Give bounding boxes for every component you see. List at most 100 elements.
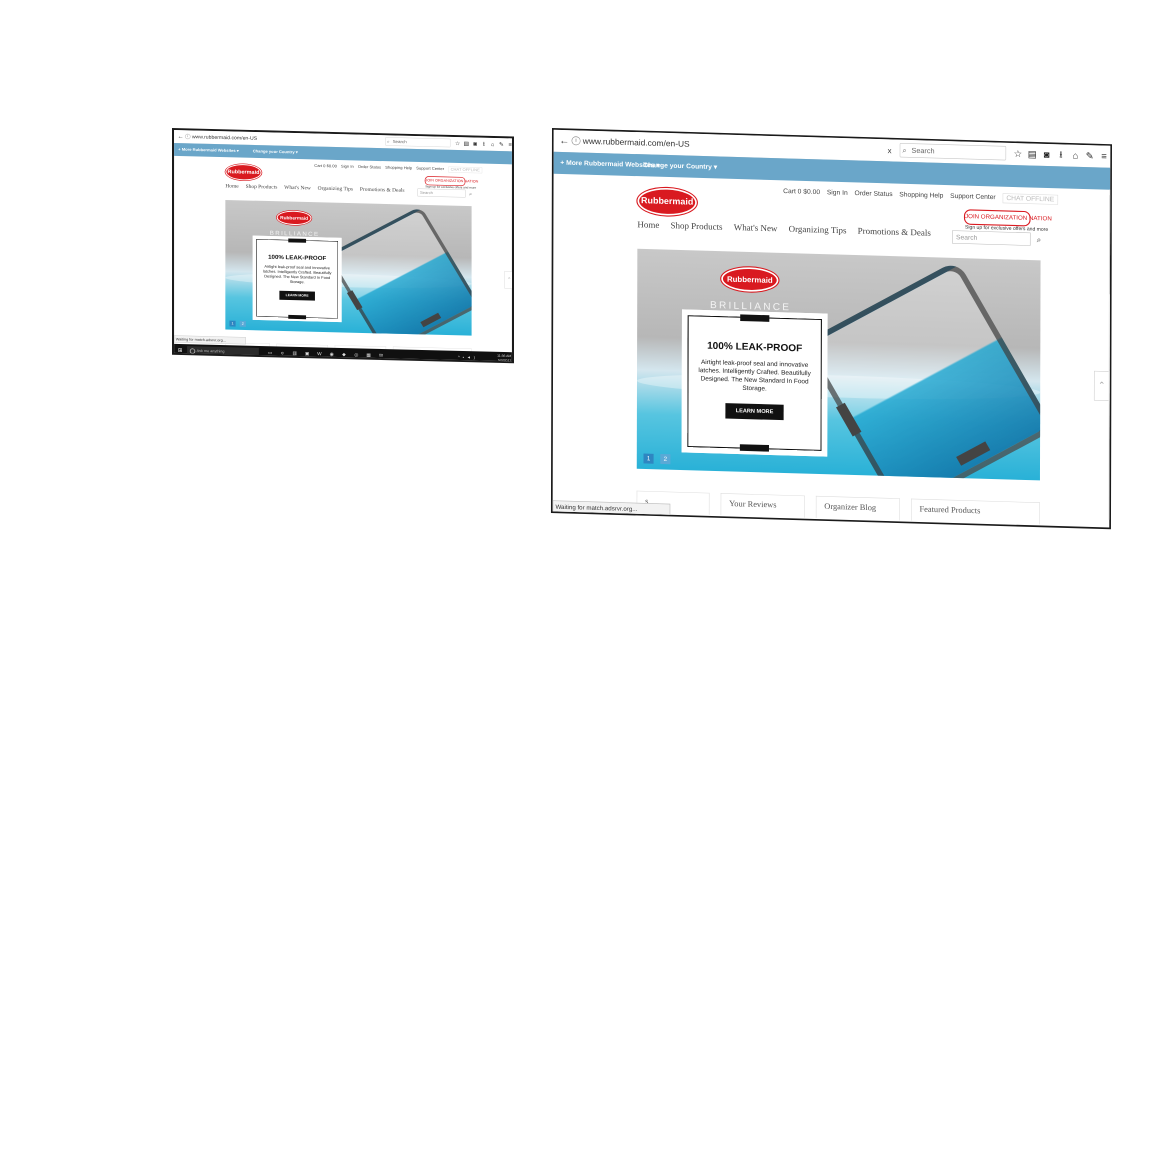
hero-banner[interactable]: Rubbermaid BRILLIANCE 100% LEAK-PROOF Ai… xyxy=(636,248,1041,481)
sign-in-link[interactable]: Sign In xyxy=(341,164,354,170)
promo-card: 100% LEAK-PROOF Airtight leak-proof seal… xyxy=(252,235,342,323)
clipboard-icon[interactable]: ▤ xyxy=(463,140,471,147)
nav-promotions-deals[interactable]: Promotions & Deals xyxy=(858,226,931,241)
hero-rubbermaid-logo: Rubbermaid xyxy=(276,210,312,226)
nav-home[interactable]: Home xyxy=(225,183,238,191)
chat-offline-badge: CHAT OFFLINE xyxy=(448,166,483,174)
site-search-input[interactable]: Search xyxy=(417,188,466,198)
browser-search-input[interactable]: ⌕ Search xyxy=(385,137,451,148)
slide-1-button[interactable]: 1 xyxy=(229,320,236,327)
nav-whats-new[interactable]: What's New xyxy=(734,223,778,237)
task-view-icon[interactable]: ▭ xyxy=(266,349,274,356)
hero-banner[interactable]: Rubbermaid BRILLIANCE 100% LEAK-PROOF Ai… xyxy=(225,199,472,336)
sign-in-link[interactable]: Sign In xyxy=(827,188,848,199)
main-nav: Home Shop Products What's New Organizing… xyxy=(225,183,417,196)
edge-icon[interactable]: e xyxy=(279,349,287,356)
change-country-link[interactable]: Change your Country ▾ xyxy=(253,149,298,155)
shopping-help-link[interactable]: Shopping Help xyxy=(899,190,943,201)
mail-icon[interactable]: ✉ xyxy=(377,351,385,358)
clock[interactable]: 11:36 AM 5/3/2017 xyxy=(497,354,511,363)
pocket-icon[interactable]: ◙ xyxy=(1040,149,1052,160)
latch xyxy=(420,312,442,328)
slide-2-button[interactable]: 2 xyxy=(239,320,246,327)
firefox-icon[interactable]: ◉ xyxy=(328,350,336,357)
app-icon[interactable]: ◆ xyxy=(340,351,348,358)
site-search-input[interactable]: Search xyxy=(952,230,1031,246)
more-websites-link[interactable]: + More Rubbermaid Websites ▾ xyxy=(178,147,239,153)
browser-search-input[interactable]: ⌕ Search xyxy=(899,143,1007,161)
pocket-icon[interactable]: ◙ xyxy=(471,141,479,148)
photos-icon[interactable]: ▦ xyxy=(365,351,373,358)
learn-more-button[interactable]: LEARN MORE xyxy=(279,290,315,301)
chrome-icon[interactable]: ◎ xyxy=(353,351,361,358)
nav-home[interactable]: Home xyxy=(637,220,659,234)
star-icon[interactable]: ☆ xyxy=(454,140,462,147)
hero-rubbermaid-logo: Rubbermaid xyxy=(721,266,779,293)
scrollbar-thumb[interactable] xyxy=(1109,195,1112,295)
download-icon[interactable]: ⭳ xyxy=(1055,147,1067,163)
menu-icon[interactable]: ≡ xyxy=(506,141,514,148)
back-arrow-icon[interactable]: ← xyxy=(558,134,570,146)
tab-your-reviews[interactable]: Your Reviews xyxy=(720,493,805,518)
browser-window-small: ← i www.rubbermaid.com/en-US ⌕ Search ☆ ▤… xyxy=(172,128,514,364)
change-country-link[interactable]: Change your Country ▾ xyxy=(643,161,717,171)
taskbar-search-input[interactable]: Ask me anything xyxy=(187,346,259,357)
file-explorer-icon[interactable]: ▥ xyxy=(291,349,299,356)
order-status-link[interactable]: Order Status xyxy=(358,164,381,170)
windows-start-icon[interactable]: ⊞ xyxy=(177,347,184,354)
download-icon[interactable]: ⭳ xyxy=(480,139,488,149)
promo-body: Airtight leak-proof seal and innovative … xyxy=(262,264,332,285)
main-nav: Home Shop Products What's New Organizing… xyxy=(637,220,951,242)
promo-tab xyxy=(740,314,770,322)
clipboard-icon[interactable]: ▤ xyxy=(1026,149,1038,160)
store-icon[interactable]: ▣ xyxy=(303,350,311,357)
cart-link[interactable]: Cart 0 $0.00 xyxy=(314,163,337,169)
scrollbar[interactable] xyxy=(1108,189,1112,520)
menu-icon[interactable]: ≡ xyxy=(1098,151,1110,162)
rubbermaid-logo[interactable]: Rubbermaid xyxy=(637,187,697,217)
nav-organizing-tips[interactable]: Organizing Tips xyxy=(318,185,353,194)
scroll-to-top-button[interactable]: ⌃ xyxy=(504,271,514,289)
rubbermaid-logo[interactable]: Rubbermaid xyxy=(225,163,262,181)
slide-2-button[interactable]: 2 xyxy=(660,454,671,465)
home-icon[interactable]: ⌂ xyxy=(489,141,497,148)
learn-more-button[interactable]: LEARN MORE xyxy=(725,403,784,421)
nav-promotions-deals[interactable]: Promotions & Deals xyxy=(360,186,405,195)
status-text: Waiting for match.adsrvr.org... xyxy=(174,335,246,345)
home-icon[interactable]: ⌂ xyxy=(1069,150,1081,161)
support-center-link[interactable]: Support Center xyxy=(950,192,996,203)
slide-indicators: 1 2 xyxy=(229,320,246,327)
utility-links: Cart 0 $0.00 Sign In Order Status Shoppi… xyxy=(783,187,1097,206)
search-icon[interactable]: ⌕ xyxy=(467,190,475,198)
taskbar-search-placeholder: Ask me anything xyxy=(196,348,225,354)
promo-tab xyxy=(288,314,307,320)
cart-link[interactable]: Cart 0 $0.00 xyxy=(783,187,820,198)
clear-url-icon[interactable]: x xyxy=(884,144,895,158)
tab-featured-products[interactable]: Featured Products xyxy=(911,498,1040,525)
slide-1-button[interactable]: 1 xyxy=(643,453,654,464)
browser-toolbar: ☆ ▤ ◙ ⭳ ⌂ ✎ ≡ xyxy=(454,139,514,150)
promo-tab xyxy=(739,444,769,452)
tray-icons[interactable]: ^▪◄) xyxy=(458,355,478,360)
info-icon[interactable]: i xyxy=(571,136,581,146)
search-icon: ⌕ xyxy=(387,138,390,144)
info-icon[interactable]: i xyxy=(184,133,191,140)
nav-whats-new[interactable]: What's New xyxy=(284,185,311,193)
scroll-to-top-button[interactable]: ⌃ xyxy=(1093,370,1110,402)
search-icon[interactable]: ⌕ xyxy=(1033,233,1045,247)
word-icon[interactable]: W xyxy=(316,350,324,357)
star-icon[interactable]: ☆ xyxy=(1012,148,1024,160)
shopping-help-link[interactable]: Shopping Help xyxy=(385,165,412,172)
scrollbar[interactable] xyxy=(513,164,514,359)
extension-icon[interactable]: ✎ xyxy=(1084,151,1096,162)
support-center-link[interactable]: Support Center xyxy=(416,166,444,173)
tab-organizer-blog[interactable]: Organizer Blog xyxy=(815,495,900,521)
nav-shop-products[interactable]: Shop Products xyxy=(246,184,278,193)
order-status-link[interactable]: Order Status xyxy=(854,189,892,200)
nav-organizing-tips[interactable]: Organizing Tips xyxy=(789,225,847,240)
back-arrow-icon[interactable]: ← xyxy=(177,133,185,140)
extension-icon[interactable]: ✎ xyxy=(498,141,506,148)
nav-shop-products[interactable]: Shop Products xyxy=(671,221,723,236)
food-container-image xyxy=(801,259,1041,481)
search-icon: ⌕ xyxy=(902,145,907,155)
